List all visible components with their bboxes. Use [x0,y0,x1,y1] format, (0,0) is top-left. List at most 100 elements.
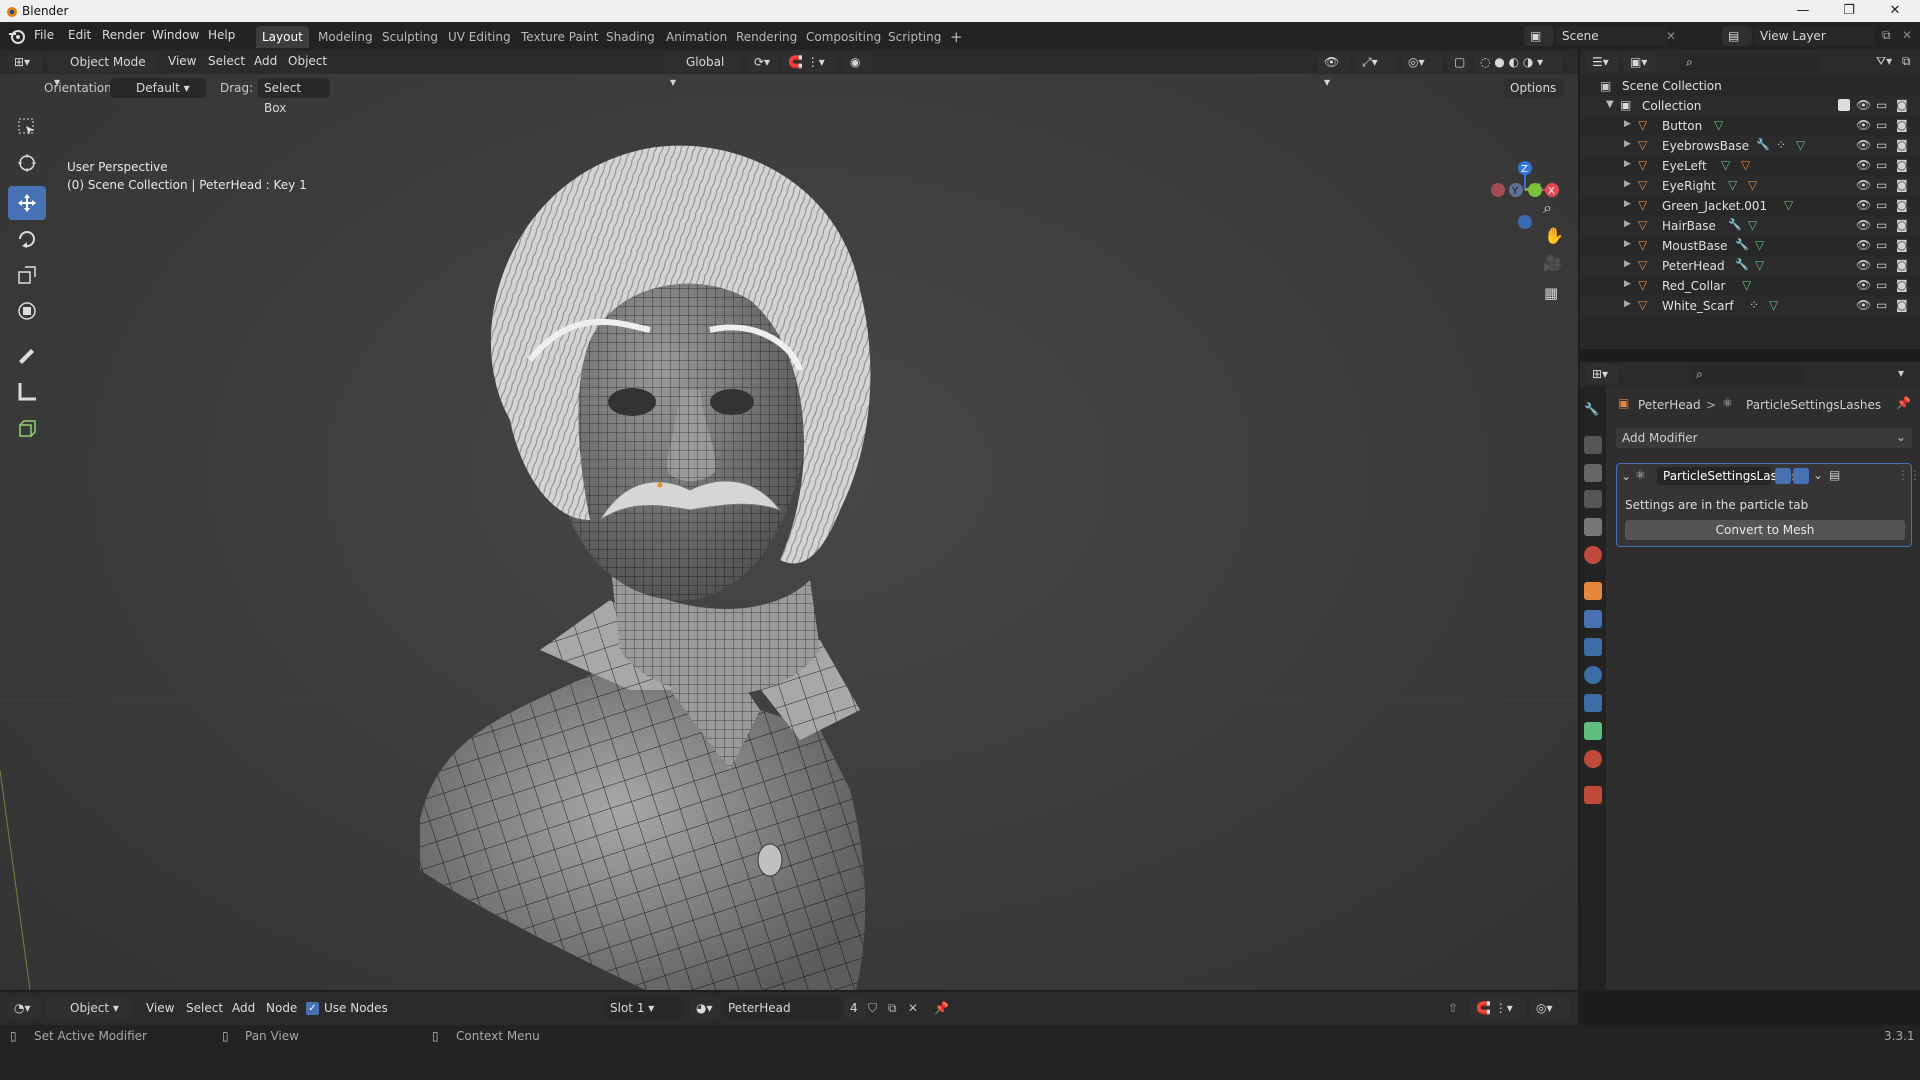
physics-tab-icon[interactable] [1584,666,1602,684]
expand-object-icon[interactable]: ▶ [1624,219,1631,229]
viewport-disable-icon[interactable]: ▭ [1876,258,1887,272]
outliner-editor-type-icon[interactable]: ☰▾ [1586,52,1618,72]
world-tab-icon[interactable] [1584,546,1602,564]
collapse-modifier-icon[interactable]: ⌄ [1621,469,1631,483]
close-window-icon[interactable]: ✕ [1872,0,1918,22]
render-disable-icon[interactable]: ◙ [1896,158,1908,172]
menu-window[interactable]: Window [152,28,199,42]
viewport-menu-object[interactable]: Object [288,54,327,68]
restore-icon[interactable]: ❐ [1826,0,1872,22]
material-browse-icon[interactable]: ◕▾ [690,998,720,1018]
unlink-material-icon[interactable]: ✕ [908,1001,918,1015]
visibility-eye-icon[interactable]: 👁 [1856,298,1871,312]
pivot-point-icon[interactable]: ⟳▾ [748,52,778,72]
cursor-tool-icon[interactable] [8,146,46,180]
outliner-item-eyebrowsbase[interactable]: ▶ ▽ EyebrowsBase 🔧 ⁘ ▽ 👁 ▭ ◙ [1580,136,1920,156]
modifier-icon[interactable]: 🔧 [1735,258,1749,271]
expand-object-icon[interactable]: ▶ [1624,119,1631,129]
node-menu-select[interactable]: Select [186,1001,223,1015]
scale-tool-icon[interactable] [8,258,46,292]
measure-tool-icon[interactable] [8,374,46,408]
node-overlay-icon[interactable]: ◎▾ [1530,998,1570,1018]
mesh-data-icon[interactable]: ▽ [1769,298,1778,312]
node-editor-type-icon[interactable]: ◔▾ [8,998,40,1018]
tab-layout[interactable]: Layout [256,26,309,48]
tool-tab-icon[interactable]: 🔧 [1584,402,1602,420]
expand-object-icon[interactable]: ▶ [1624,139,1631,149]
tab-animation[interactable]: Animation [660,26,733,48]
data-tab-icon[interactable] [1584,722,1602,740]
node-editor-object-select[interactable]: Object ▾ [46,998,132,1018]
shading-mode-buttons[interactable]: ◌ ● ◐ ◑ ▾ [1474,52,1562,72]
material-slot-select[interactable]: Slot 1 ▾ [604,998,684,1018]
blender-menu-icon[interactable] [8,28,26,44]
rotate-tool-icon[interactable] [8,222,46,256]
render-disable-icon[interactable]: ◙ [1896,198,1908,212]
render-disable-icon[interactable]: ◙ [1896,238,1908,252]
properties-options-icon[interactable]: ▾ [1898,366,1904,380]
visibility-eye-icon[interactable]: 👁 [1856,218,1871,232]
new-view-layer-icon[interactable]: ⧉ [1882,28,1891,43]
overlay-toggle-icon[interactable]: ◎▾ [1402,52,1442,72]
exclude-checkbox[interactable] [1838,99,1850,111]
pan-hand-icon[interactable]: ✋ [1544,226,1564,245]
scene-tab-icon[interactable] [1584,518,1602,536]
visibility-eye-icon[interactable]: 👁 [1856,278,1871,292]
modifier-icon[interactable]: 🔧 [1735,238,1749,251]
tab-texture-paint[interactable]: Texture Paint [515,26,604,48]
material-name-field[interactable]: PeterHead [722,998,842,1018]
mesh-data-icon[interactable]: ▽ [1755,238,1764,252]
convert-to-mesh-button[interactable]: Convert to Mesh [1625,520,1905,540]
render-disable-icon[interactable]: ◙ [1896,118,1908,132]
view-layer-field[interactable]: View Layer [1754,26,1874,46]
render-disable-icon[interactable]: ◙ [1896,298,1908,312]
node-pin-icon[interactable]: 📌 [934,1001,949,1015]
node-menu-view[interactable]: View [146,1001,174,1015]
mesh-data-icon[interactable]: ▽ [1784,198,1793,212]
particle-system-icon[interactable]: ⁘ [1776,138,1786,152]
outliner-item-eyeleft[interactable]: ▶ ▽ EyeLeft ▽ ▽ 👁 ▭ ◙ [1580,156,1920,176]
particle-system-icon[interactable]: ⁘ [1749,298,1759,312]
visibility-eye-icon[interactable]: 👁 [1856,118,1871,132]
viewport-disable-icon[interactable]: ▭ [1876,198,1887,212]
visibility-eye-icon[interactable]: 👁 [1856,158,1871,172]
display-mode-icon[interactable]: ▣▾ [1624,52,1656,72]
expand-object-icon[interactable]: ▶ [1624,159,1631,169]
mesh-data-icon[interactable]: ▽ [1748,218,1757,232]
editor-type-icon[interactable]: ⊞▾ [8,52,42,72]
mesh-data-icon[interactable]: ▽ [1721,158,1730,172]
viewport-disable-icon[interactable]: ▭ [1876,158,1887,172]
proportional-edit-icon[interactable]: ◉ [844,52,872,72]
tab-shading[interactable]: Shading [600,26,661,48]
modifier-icon[interactable]: 🔧 [1728,218,1742,231]
xray-icon[interactable]: ▢ [1448,52,1470,72]
view-layer-browse-icon[interactable]: ▤ [1722,26,1752,46]
material-tab-icon[interactable] [1584,750,1602,768]
tab-sculpting[interactable]: Sculpting [376,26,444,48]
viewport-disable-icon[interactable]: ▭ [1876,278,1887,292]
transform-orientation-select[interactable]: Global ▾ [664,52,740,89]
render-disable-icon[interactable]: ◙ [1896,178,1908,192]
modifier-tab-icon[interactable] [1584,610,1602,628]
show-viewport-icon[interactable] [1775,468,1791,484]
viewport-disable-icon[interactable]: ▭ [1876,178,1887,192]
view-layer-tab-icon[interactable] [1584,490,1602,508]
select-box-tool-icon[interactable] [8,110,46,144]
menu-render[interactable]: Render [102,28,145,42]
viewport-menu-add[interactable]: Add [254,54,277,68]
tab-uv-editing[interactable]: UV Editing [442,26,517,48]
use-nodes-checkbox[interactable]: ✓ [306,1002,319,1015]
outliner-item-green-jacket-001[interactable]: ▶ ▽ Green_Jacket.001 ▽ 👁 ▭ ◙ [1580,196,1920,216]
modifier-icon[interactable]: 🔧 [1756,138,1770,151]
remove-view-layer-icon[interactable]: ✕ [1902,28,1912,42]
mesh-data-icon[interactable]: ▽ [1714,118,1723,132]
properties-search-input[interactable]: ⌕ [1690,364,1802,384]
pin-icon[interactable]: 📌 [1896,396,1911,410]
render-disable-icon[interactable]: ◙ [1896,278,1908,292]
move-tool-icon[interactable] [8,186,46,220]
visibility-eye-icon[interactable]: 👁 [1856,138,1871,152]
zoom-icon[interactable]: ⌕ [1543,198,1552,218]
texture-tab-icon[interactable] [1584,786,1602,804]
visibility-eye-icon[interactable]: 👁 [1856,198,1871,212]
viewport-disable-icon[interactable]: ▭ [1876,238,1887,252]
